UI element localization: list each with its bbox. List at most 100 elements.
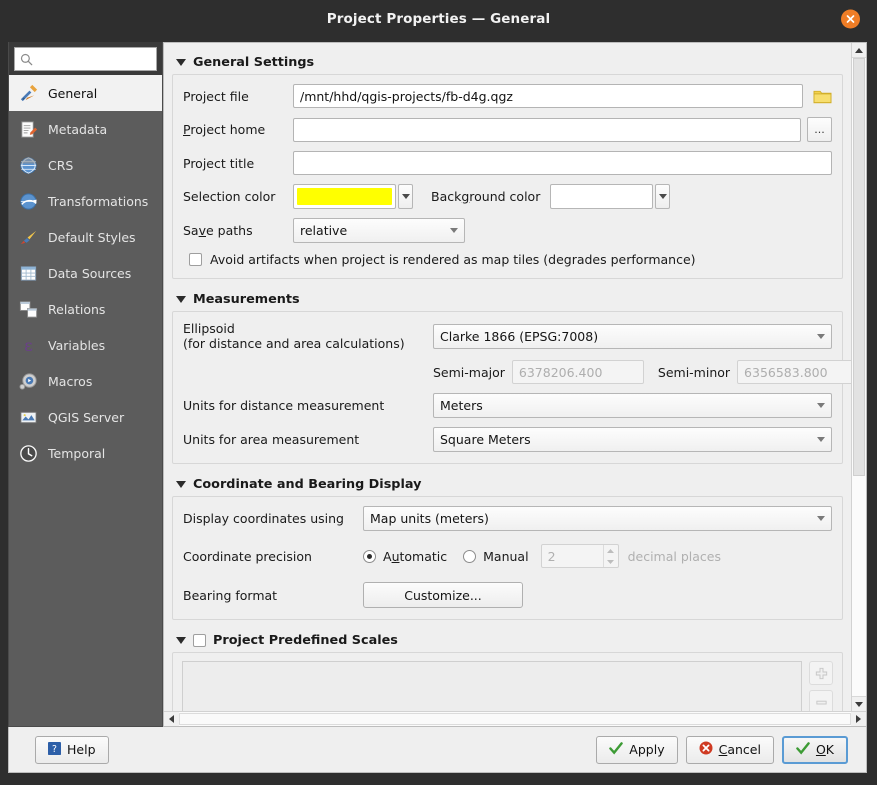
precision-manual-label: Manual (483, 548, 529, 564)
selection-color-label: Selection color (183, 189, 276, 204)
predefined-scales-header[interactable]: Project Predefined Scales (172, 629, 843, 652)
decimal-places-spinbox: 2 (540, 544, 619, 568)
document-pencil-icon (17, 118, 39, 140)
dialog-body: General Metadata CRS Transformations Def… (0, 38, 877, 727)
search-box[interactable] (14, 47, 157, 71)
add-icon (809, 661, 833, 685)
distance-units-label: Units for distance measurement (183, 398, 385, 413)
spinner-down-icon (604, 556, 618, 567)
sidebar-item-default-styles[interactable]: Default Styles (9, 219, 162, 255)
coordinate-display-title: Coordinate and Bearing Display (193, 477, 422, 492)
sidebar-item-relations[interactable]: Relations (9, 291, 162, 327)
project-home-input[interactable] (293, 117, 801, 142)
sidebar-item-transformations[interactable]: Transformations (9, 183, 162, 219)
svg-text:?: ? (52, 744, 57, 755)
sidebar-item-qgis-server[interactable]: QGIS Server (9, 399, 162, 435)
project-file-input[interactable] (293, 84, 803, 108)
remove-icon (809, 690, 833, 711)
chevron-down-icon (817, 403, 825, 408)
apply-button[interactable]: Apply (596, 735, 678, 764)
project-file-label: Project file (183, 88, 249, 104)
background-color-dropdown-icon[interactable] (655, 184, 671, 209)
scroll-left-arrow-icon[interactable] (164, 712, 179, 726)
clock-icon (17, 442, 39, 464)
settings-panel: General Settings Project file /mnt/hhd/q… (163, 42, 867, 727)
project-title-input[interactable] (293, 151, 832, 175)
sidebar-item-label: Data Sources (48, 265, 132, 281)
ellipsoid-label-line1: Ellipsoid (183, 321, 235, 336)
display-coords-row: Display coordinates using Map units (met… (183, 506, 832, 531)
cancel-label: Cancel (718, 742, 761, 757)
project-title-label: Project title (183, 155, 255, 171)
scroll-down-arrow-icon[interactable] (852, 696, 866, 711)
sidebar-item-general[interactable]: General (9, 75, 162, 111)
decimal-places-suffix: decimal places (627, 548, 721, 564)
avoid-artifacts-checkbox[interactable] (189, 253, 202, 266)
sidebar-item-data-sources[interactable]: Data Sources (9, 255, 162, 291)
measurements-group: Ellipsoid (for distance and area calcula… (172, 311, 851, 464)
selection-color-swatch[interactable] (293, 184, 396, 209)
table-icon (17, 262, 39, 284)
background-color-swatch[interactable] (550, 184, 654, 209)
sidebar-item-label: Macros (48, 373, 93, 389)
predefined-scales-title: Project Predefined Scales (213, 633, 398, 648)
vertical-scroll-thumb[interactable] (853, 58, 865, 476)
folder-icon[interactable] (813, 88, 832, 105)
coordinate-display-header[interactable]: Coordinate and Bearing Display (172, 473, 843, 496)
selection-color-dropdown-icon[interactable] (398, 184, 413, 209)
chevron-down-icon (817, 333, 825, 339)
spinner-buttons (602, 545, 618, 567)
collapse-triangle-icon (176, 637, 186, 644)
save-paths-combo[interactable]: relative (293, 218, 465, 243)
semi-major-input (511, 360, 644, 384)
sidebar-item-label: General (48, 85, 98, 101)
ellipsoid-combo[interactable]: Clarke 1866 (EPSG:7008) (433, 323, 832, 349)
globe-arrow-icon (17, 190, 39, 212)
semi-major-label: Semi-major (433, 364, 505, 380)
scroll-right-arrow-icon[interactable] (851, 712, 866, 726)
general-settings-group: Project file Project home (172, 74, 843, 279)
project-home-browse-button[interactable]: ... (807, 117, 832, 142)
horizontal-scrollbar[interactable] (164, 711, 866, 726)
close-icon[interactable] (841, 9, 860, 29)
ok-label: OK (815, 742, 834, 757)
area-units-combo[interactable]: Square Meters (433, 427, 832, 452)
sidebar-item-variables[interactable]: ɛ Variables (9, 327, 162, 363)
sidebar-item-label: QGIS Server (48, 409, 125, 425)
sidebar-item-temporal[interactable]: Temporal (9, 435, 162, 471)
horizontal-scroll-thumb[interactable] (179, 713, 851, 725)
precision-manual-radio[interactable] (463, 549, 477, 563)
vertical-scrollbar[interactable] (851, 43, 866, 711)
precision-automatic-radio[interactable] (363, 549, 376, 563)
gear-play-icon (17, 370, 39, 392)
ok-button[interactable]: OK (781, 735, 848, 764)
scroll-up-arrow-icon[interactable] (852, 43, 866, 58)
customize-button[interactable]: Customize... (363, 582, 523, 608)
distance-units-combo[interactable]: Meters (433, 393, 832, 418)
settings-content: General Settings Project file /mnt/hhd/q… (164, 43, 851, 711)
measurements-header[interactable]: Measurements (172, 288, 843, 311)
predefined-scales-list[interactable] (182, 661, 802, 711)
horizontal-scroll-track[interactable] (179, 712, 851, 726)
area-units-value: Square Meters (440, 432, 531, 447)
chevron-down-icon (817, 437, 825, 442)
predefined-scales-buttons (809, 661, 833, 711)
display-coords-combo[interactable]: Map units (meters) (363, 506, 832, 531)
coordinate-display-group: Display coordinates using Map units (met… (172, 496, 843, 620)
title-bar: Project Properties — General (0, 0, 877, 38)
general-settings-title: General Settings (193, 55, 315, 70)
help-button[interactable]: ? Help (35, 735, 109, 764)
sidebar-item-macros[interactable]: Macros (9, 363, 162, 399)
help-icon: ? (48, 741, 61, 758)
cancel-button[interactable]: Cancel (685, 735, 774, 764)
project-title-row: Project title (183, 151, 832, 175)
general-settings-header[interactable]: General Settings (172, 51, 843, 74)
search-input[interactable] (38, 51, 151, 67)
sidebar-item-crs[interactable]: CRS (9, 147, 162, 183)
avoid-artifacts-row: Avoid artifacts when project is rendered… (183, 252, 832, 267)
predefined-scales-checkbox[interactable] (193, 634, 206, 647)
sidebar-item-metadata[interactable]: Metadata (9, 111, 162, 147)
collapse-triangle-icon (176, 481, 186, 488)
epsilon-icon: ɛ (17, 334, 39, 356)
vertical-scroll-track[interactable] (852, 58, 866, 696)
